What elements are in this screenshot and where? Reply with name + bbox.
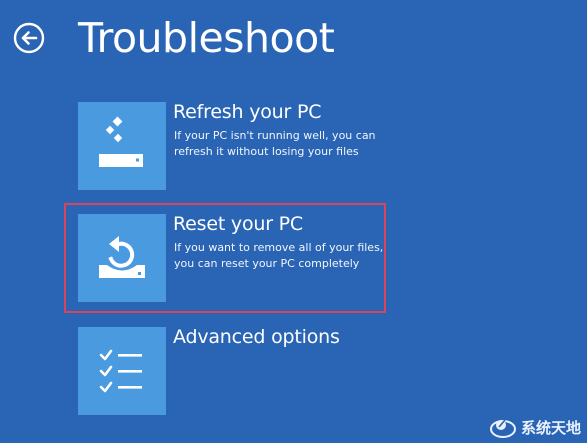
back-arrow-icon: [13, 22, 45, 54]
page-title: Troubleshoot: [78, 14, 335, 62]
refresh-pc-icon: [99, 116, 143, 167]
watermark-text: 系统天地: [520, 418, 581, 437]
back-button[interactable]: [13, 22, 45, 54]
refresh-pc-tile: [78, 102, 166, 190]
refresh-pc-option[interactable]: Refresh your PC If your PC isn't running…: [78, 101, 388, 190]
refresh-pc-description: If your PC isn't running well, you can r…: [174, 129, 376, 158]
refresh-pc-title: Refresh your PC: [173, 101, 322, 123]
reset-pc-title: Reset your PC: [173, 213, 304, 235]
checklist-icon: [99, 349, 142, 393]
reset-pc-icon: [99, 236, 145, 278]
advanced-options-title: Advanced options: [173, 326, 340, 348]
reset-pc-tile: [78, 214, 166, 302]
advanced-options-option[interactable]: Advanced options: [78, 326, 388, 415]
watermark: 系统天地: [489, 414, 581, 440]
reset-pc-option[interactable]: Reset your PC If you want to remove all …: [78, 213, 388, 302]
watermark-logo-icon: [489, 419, 516, 438]
advanced-options-tile: [78, 327, 166, 415]
reset-pc-description: If you want to remove all of your files,…: [174, 241, 384, 270]
